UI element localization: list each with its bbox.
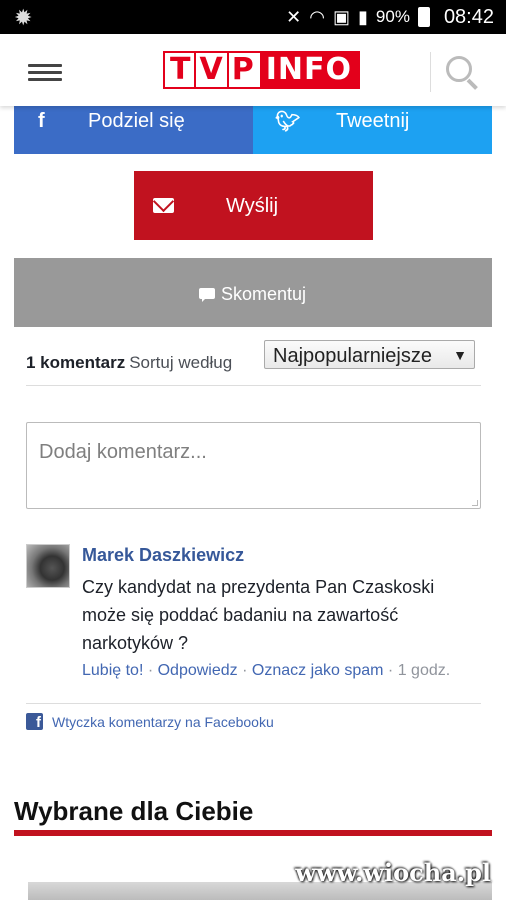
mute-icon: ✕ bbox=[286, 6, 302, 27]
divider bbox=[26, 703, 481, 704]
send-label: Wyślij bbox=[226, 195, 279, 217]
reply-link[interactable]: Odpowiedz bbox=[158, 662, 238, 679]
envelope-icon bbox=[153, 198, 174, 213]
facebook-icon: f bbox=[38, 110, 45, 132]
comment-count: 1 komentarz bbox=[26, 353, 126, 372]
tweet-label: Tweetnij bbox=[336, 110, 410, 132]
add-comment-input[interactable]: Dodaj komentarz... bbox=[26, 422, 481, 509]
section-title: Wybrane dla Ciebie bbox=[14, 796, 254, 826]
comment-actions: Lubię to! · Odpowiedz · Oznacz jako spam… bbox=[82, 662, 451, 679]
comment-button[interactable]: Skomentuj bbox=[14, 258, 492, 327]
comments-sort-bar: 1 komentarz Sortuj według Najpopularniej… bbox=[26, 340, 481, 386]
facebook-plugin-link[interactable]: f Wtyczka komentarzy na Facebooku bbox=[26, 713, 274, 731]
resize-grip-icon[interactable] bbox=[472, 500, 478, 506]
spam-link[interactable]: Oznacz jako spam bbox=[252, 662, 384, 679]
tvp-info-logo[interactable]: T V P INFO bbox=[163, 51, 360, 89]
signal-icon: ▮ bbox=[358, 6, 368, 27]
send-email-button[interactable]: Wyślij bbox=[134, 171, 373, 240]
comment-button-label: Skomentuj bbox=[221, 284, 307, 304]
battery-percent: 90% bbox=[375, 7, 410, 26]
comment-bubble-icon bbox=[199, 288, 215, 302]
comment-text: Czy kandydat na prezydenta Pan Czaskoski… bbox=[82, 577, 435, 653]
search-icon[interactable] bbox=[446, 56, 480, 90]
status-bar: ✹ ✕ ◠ ▣ ▮ 90% 08:42 bbox=[0, 0, 506, 34]
facebook-share-label: Podziel się bbox=[88, 110, 185, 132]
twitter-icon: 🐦︎ bbox=[275, 111, 301, 133]
like-link[interactable]: Lubię to! bbox=[82, 662, 143, 679]
data-icon: ▣ bbox=[332, 6, 350, 27]
sort-label: Sortuj według bbox=[129, 353, 233, 372]
section-underline bbox=[14, 830, 492, 836]
facebook-logo-icon: f bbox=[26, 713, 43, 731]
comment-author[interactable]: Marek Daszkiewicz bbox=[82, 545, 244, 566]
logo-tvp: T V P bbox=[165, 53, 260, 87]
wifi-icon: ◠ bbox=[309, 6, 325, 27]
gear-notification-icon: ✹ bbox=[14, 5, 33, 30]
divider bbox=[26, 385, 481, 386]
clock: 08:42 bbox=[443, 5, 494, 28]
sort-select[interactable]: Najpopularniejsze ▼ bbox=[264, 340, 475, 369]
logo-info: INFO bbox=[259, 53, 358, 87]
header-divider bbox=[430, 52, 431, 92]
avatar[interactable] bbox=[26, 544, 70, 588]
plugin-label: Wtyczka komentarzy na Facebooku bbox=[52, 713, 274, 730]
watermark: www.wiocha.pl bbox=[295, 858, 491, 887]
comment-time[interactable]: 1 godz. bbox=[398, 662, 450, 679]
battery-icon bbox=[417, 7, 430, 27]
dropdown-arrow-icon: ▼ bbox=[453, 347, 467, 363]
app-header: T V P INFO bbox=[0, 34, 506, 106]
sort-selected-value: Najpopularniejsze bbox=[273, 345, 432, 367]
status-icons: ✕ ◠ ▣ ▮ 90% 08:42 bbox=[286, 0, 494, 34]
menu-icon[interactable] bbox=[28, 64, 62, 81]
comment-placeholder: Dodaj komentarz... bbox=[39, 441, 207, 463]
